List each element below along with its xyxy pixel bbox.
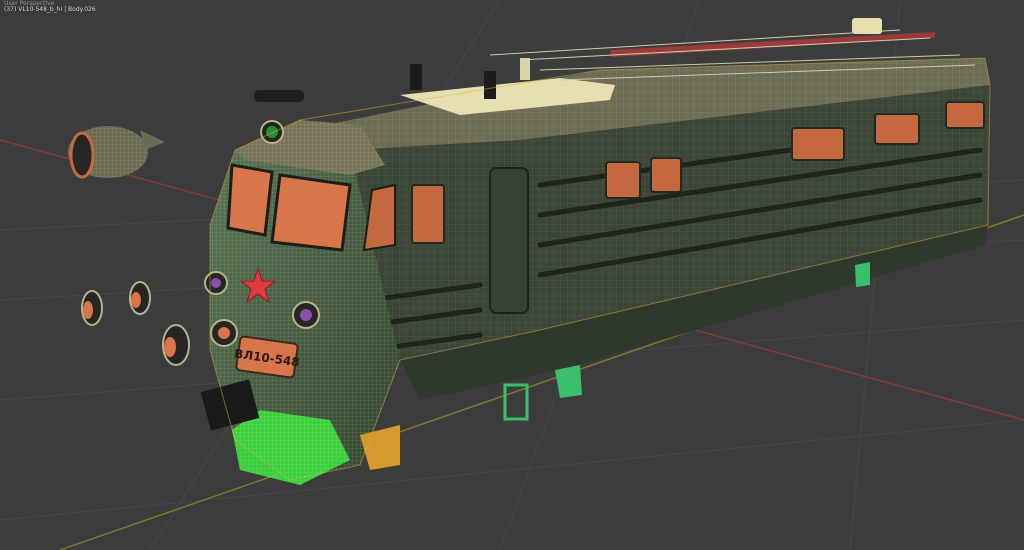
- detached-lamp-1: [81, 290, 103, 326]
- detached-parts: [68, 126, 190, 366]
- bogie-part-3: [855, 262, 870, 287]
- horn-icon: [254, 90, 304, 102]
- detached-lamp-3: [162, 324, 190, 366]
- windshield-left: [226, 163, 274, 237]
- detached-headlight: [68, 126, 165, 179]
- side-door: [489, 167, 529, 314]
- viewport-scene[interactable]: ВЛ10-548: [0, 0, 1024, 550]
- windshield-right: [270, 173, 352, 252]
- ladder-icon: [503, 383, 529, 421]
- insulator: [410, 64, 422, 90]
- 3d-viewport[interactable]: ВЛ10-548 User Perspective (37) VL10-548_…: [0, 0, 1024, 550]
- locomotive-model[interactable]: ВЛ10-548: [200, 58, 990, 485]
- bogie-part-2: [555, 365, 582, 398]
- insulator-3: [520, 58, 530, 80]
- object-info: (37) VL10-548_b_hi | Body.026: [4, 6, 96, 13]
- insulator-2: [484, 71, 496, 99]
- detached-lamp-2: [129, 281, 151, 315]
- roof-box: [852, 18, 882, 34]
